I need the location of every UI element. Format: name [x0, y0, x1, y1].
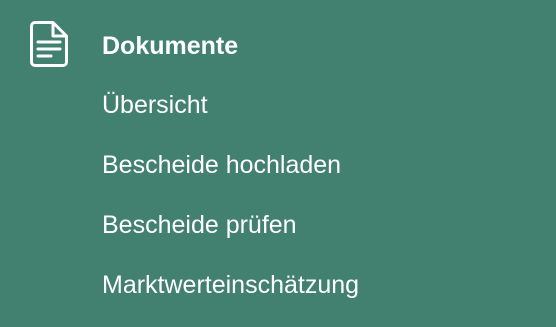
- document-icon: [29, 20, 69, 68]
- nav-item-marktwerteinschaetzung[interactable]: Marktwerteinschätzung: [102, 267, 359, 303]
- nav-item-uebersicht[interactable]: Übersicht: [102, 87, 359, 123]
- nav-item-bescheide-pruefen[interactable]: Bescheide prüfen: [102, 207, 359, 243]
- documents-submenu: Übersicht Bescheide hochladen Bescheide …: [102, 87, 359, 327]
- section-title-dokumente[interactable]: Dokumente: [102, 28, 238, 64]
- nav-item-bescheide-hochladen[interactable]: Bescheide hochladen: [102, 147, 359, 183]
- documents-nav-section: Dokumente Übersicht Bescheide hochladen …: [0, 0, 556, 320]
